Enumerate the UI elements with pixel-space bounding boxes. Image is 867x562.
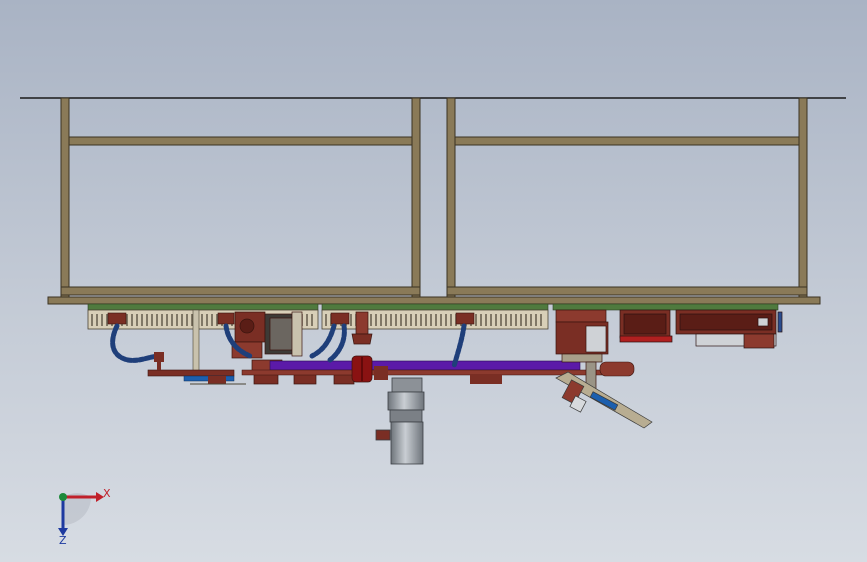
frame-post-center-right: [446, 97, 456, 299]
upper-frame: [47, 97, 821, 305]
triad-origin: [59, 493, 67, 501]
coordinate-triad: X Z: [58, 487, 111, 547]
frame-base-plate: [47, 296, 821, 305]
angled-arm: [555, 371, 653, 429]
hose-1: [110, 323, 163, 363]
vacuum-cylinder: [375, 377, 425, 465]
pcb-strip: [87, 303, 779, 311]
frame-crossbar-right: [454, 136, 800, 146]
control-chassis: [619, 309, 783, 349]
hose-nozzles: [154, 352, 164, 370]
hose-3: [309, 323, 337, 359]
machine-drawing: X Z: [20, 97, 846, 547]
frame-post-center-left: [411, 97, 421, 299]
frame-post-left: [60, 97, 70, 299]
purple-rail: [269, 360, 581, 371]
cad-viewport[interactable]: X Z: [0, 0, 867, 562]
hose-5: [451, 323, 467, 369]
z-axis-label: Z: [59, 534, 67, 547]
x-axis-label: X: [103, 487, 111, 500]
frame-crossbar-left: [68, 136, 413, 146]
frame-post-right: [798, 97, 808, 299]
frame-bottom-right: [446, 286, 808, 296]
frame-bottom-left: [60, 286, 421, 296]
